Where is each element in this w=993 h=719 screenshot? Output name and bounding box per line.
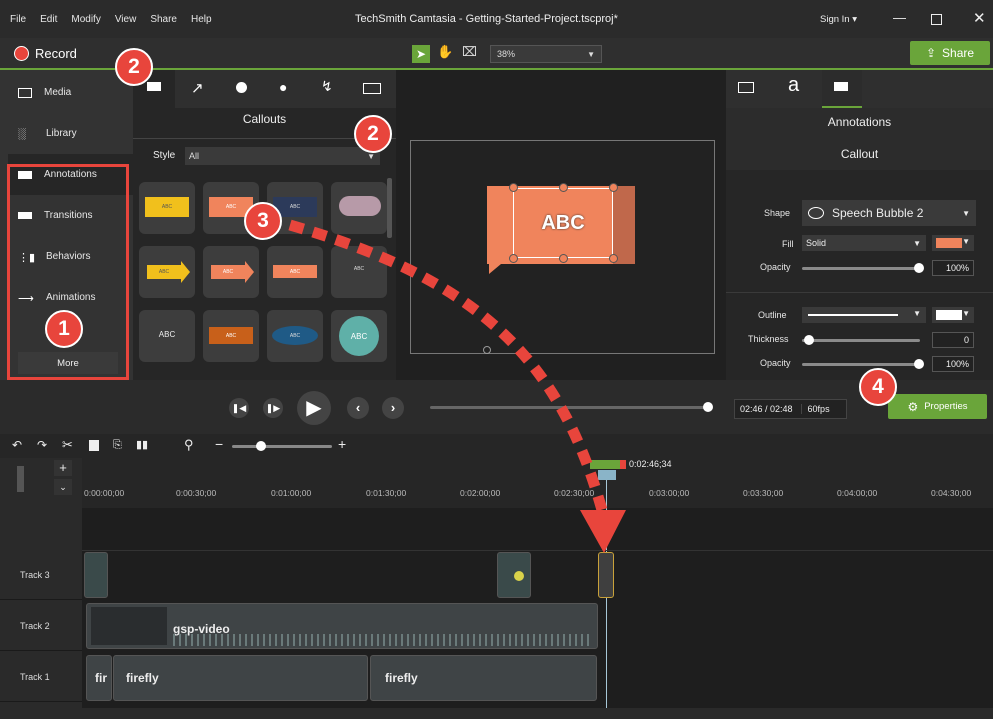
step-badge-2: 2 <box>115 48 153 86</box>
step-badge-2: 2 <box>354 115 392 153</box>
step-badge-1: 1 <box>45 310 83 348</box>
step-badge-3: 3 <box>244 202 282 240</box>
annotation-arrow <box>288 219 626 553</box>
step-badge-4: 4 <box>859 368 897 406</box>
